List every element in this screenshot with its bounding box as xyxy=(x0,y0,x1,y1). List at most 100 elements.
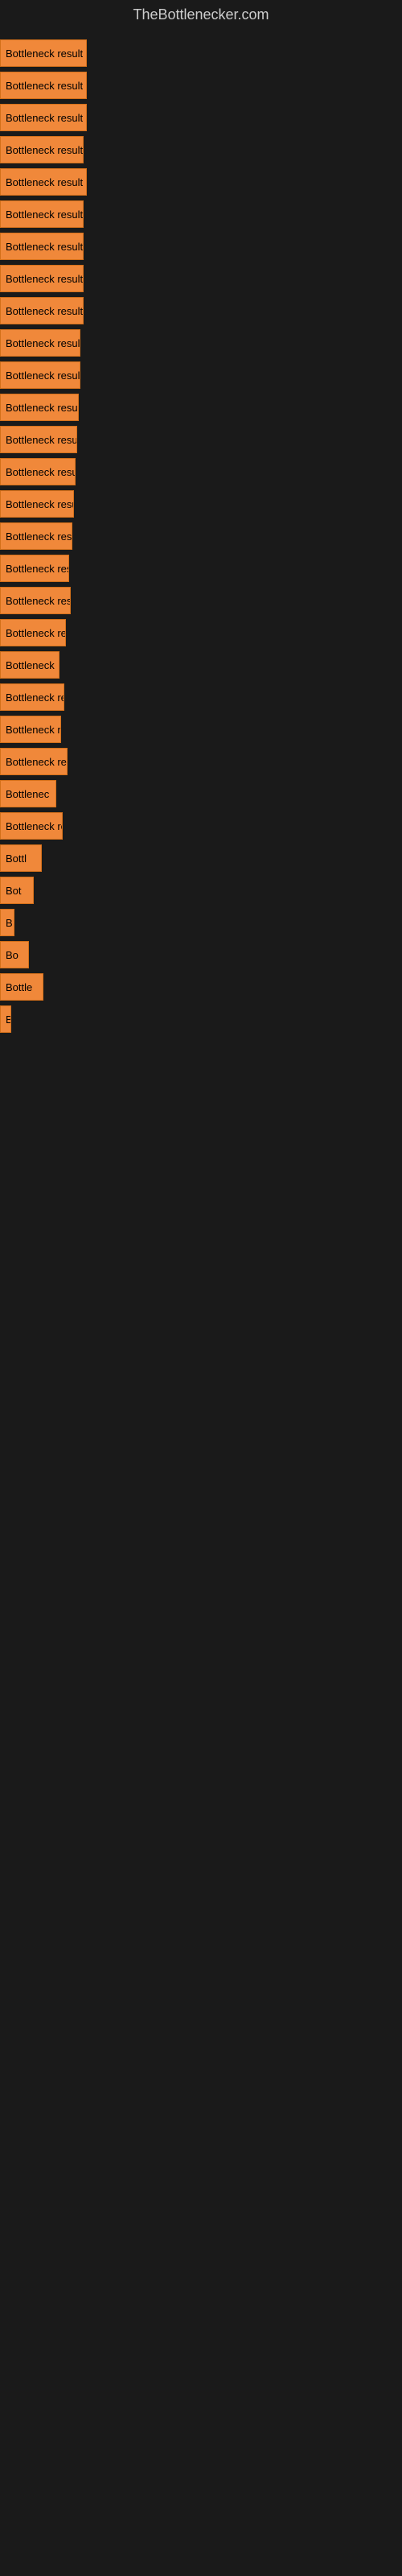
bar-row xyxy=(0,1165,402,1195)
bar-row: Bottleneck result xyxy=(0,328,402,358)
bar-label: Bottleneck result xyxy=(6,402,79,414)
bar-row: Bottleneck result xyxy=(0,456,402,487)
bar-label: Bot xyxy=(6,885,22,897)
bottleneck-bar: Bottleneck result xyxy=(0,265,84,292)
bar-row xyxy=(0,1197,402,1228)
bar-row: Bottleneck result xyxy=(0,489,402,519)
bar-row xyxy=(0,1068,402,1099)
bottleneck-bar: Bottleneck re xyxy=(0,619,66,646)
bar-row: Bottleneck result xyxy=(0,392,402,423)
bar-label: Bottleneck result xyxy=(6,208,83,221)
bar-row: Bottleneck res xyxy=(0,553,402,584)
bottleneck-bar: B xyxy=(0,909,14,936)
bottleneck-bar: Bottleneck resu xyxy=(0,748,68,775)
bottleneck-bar: Bottleneck result xyxy=(0,394,79,421)
bar-row: Bottleneck result xyxy=(0,424,402,455)
bar-label: Bottleneck result xyxy=(6,369,80,382)
bar-row: B xyxy=(0,907,402,938)
bar-row: Bottleneck result xyxy=(0,102,402,133)
bar-row: Bottleneck result xyxy=(0,263,402,294)
bar-row: Bottleneck result xyxy=(0,70,402,101)
bar-label: Bottle xyxy=(6,981,32,993)
bar-label: Bottleneck result xyxy=(6,144,83,156)
bottleneck-bar: Bottleneck result xyxy=(0,297,84,324)
bottleneck-bar: Bottleneck result xyxy=(0,136,84,163)
bottleneck-bar: Bottleneck result xyxy=(0,329,80,357)
bar-label: Bottleneck resu xyxy=(6,756,68,768)
bottleneck-bar: Bottleneck result xyxy=(0,104,87,131)
bar-row: Bottleneck re xyxy=(0,811,402,841)
bar-label: B xyxy=(6,1013,11,1026)
bar-row: Bottle xyxy=(0,972,402,1002)
bar-label: Bottleneck xyxy=(6,659,55,671)
bottleneck-bar: Bot xyxy=(0,877,34,904)
bar-label: Bottleneck result xyxy=(6,241,83,253)
bar-label: Bottleneck re xyxy=(6,820,63,832)
bar-label: Bottleneck result xyxy=(6,273,83,285)
bar-label: Bottleneck res xyxy=(6,563,69,575)
bar-label: Bottleneck re xyxy=(6,627,66,639)
bar-row: Bottleneck resu xyxy=(0,746,402,777)
bottleneck-bar: Bottleneck result xyxy=(0,522,72,550)
bottleneck-bar: Bottleneck result xyxy=(0,426,77,453)
bar-label: Bottleneck re xyxy=(6,691,64,704)
bottleneck-bar: Bottleneck result xyxy=(0,39,87,67)
bar-label: Bo xyxy=(6,949,18,961)
bar-row: Bottleneck re xyxy=(0,617,402,648)
bar-label: B xyxy=(6,917,13,929)
bar-row: Bottleneck result xyxy=(0,585,402,616)
bottleneck-bar: Bottleneck r xyxy=(0,716,61,743)
bar-row: B xyxy=(0,1004,402,1034)
bar-label: Bottleneck result xyxy=(6,434,77,446)
bottleneck-bar: Bottleneck result xyxy=(0,587,71,614)
bar-row: Bottleneck r xyxy=(0,714,402,745)
bar-row: Bot xyxy=(0,875,402,906)
bar-label: Bottleneck result xyxy=(6,530,72,543)
bar-row: Bottleneck result xyxy=(0,231,402,262)
bar-row: Bottleneck result xyxy=(0,167,402,197)
bottleneck-bar: Bottleneck result xyxy=(0,490,74,518)
bottleneck-bar: Bottleneck res xyxy=(0,555,69,582)
bottleneck-bar: Bottleneck re xyxy=(0,812,63,840)
bottleneck-bar: Bottle xyxy=(0,973,43,1001)
bottleneck-bar: B xyxy=(0,1005,11,1033)
bar-label: Bottleneck result xyxy=(6,305,83,317)
bottleneck-bar: Bottleneck result xyxy=(0,72,87,99)
bottleneck-bar: Bottleneck xyxy=(0,651,59,679)
bottleneck-bar: Bottleneck result xyxy=(0,361,80,389)
bar-row: Bottleneck result xyxy=(0,199,402,229)
bar-label: Bottlenec xyxy=(6,788,49,800)
bar-label: Bottleneck result xyxy=(6,47,83,60)
bar-row: Bottleneck result xyxy=(0,295,402,326)
bar-row: Bottleneck result xyxy=(0,38,402,68)
bar-label: Bottleneck result xyxy=(6,337,80,349)
site-title: TheBottlenecker.com xyxy=(0,0,402,30)
bottleneck-bar: Bottleneck result xyxy=(0,233,84,260)
bottleneck-bar: Bottleneck re xyxy=(0,683,64,711)
bar-label: Bottleneck result xyxy=(6,80,83,92)
bottleneck-bar: Bottleneck result xyxy=(0,168,87,196)
bars-container: Bottleneck result Bottleneck result Bottle… xyxy=(0,30,402,1237)
bottleneck-bar: Bo xyxy=(0,941,29,968)
bar-row: Bottleneck xyxy=(0,650,402,680)
bottleneck-bar: Bottl xyxy=(0,844,42,872)
bottleneck-bar: Bottleneck result xyxy=(0,458,76,485)
bar-row: Bottleneck re xyxy=(0,682,402,712)
bottleneck-bar: Bottleneck result xyxy=(0,200,84,228)
bar-label: Bottleneck result xyxy=(6,466,76,478)
bar-row xyxy=(0,1133,402,1163)
bar-label: Bottleneck r xyxy=(6,724,61,736)
bar-label: Bottleneck result xyxy=(6,112,83,124)
bar-row: Bottleneck result xyxy=(0,521,402,551)
bar-label: Bottleneck result xyxy=(6,176,83,188)
bar-label: Bottleneck result xyxy=(6,498,74,510)
bar-row xyxy=(0,1036,402,1067)
bar-row: Bottleneck result xyxy=(0,360,402,390)
bar-row xyxy=(0,1100,402,1131)
bottleneck-bar: Bottlenec xyxy=(0,780,56,807)
bar-label: Bottl xyxy=(6,852,27,865)
bar-row: Bottleneck result xyxy=(0,134,402,165)
bar-label: Bottleneck result xyxy=(6,595,71,607)
bar-row: Bottl xyxy=(0,843,402,873)
bar-row: Bottlenec xyxy=(0,778,402,809)
